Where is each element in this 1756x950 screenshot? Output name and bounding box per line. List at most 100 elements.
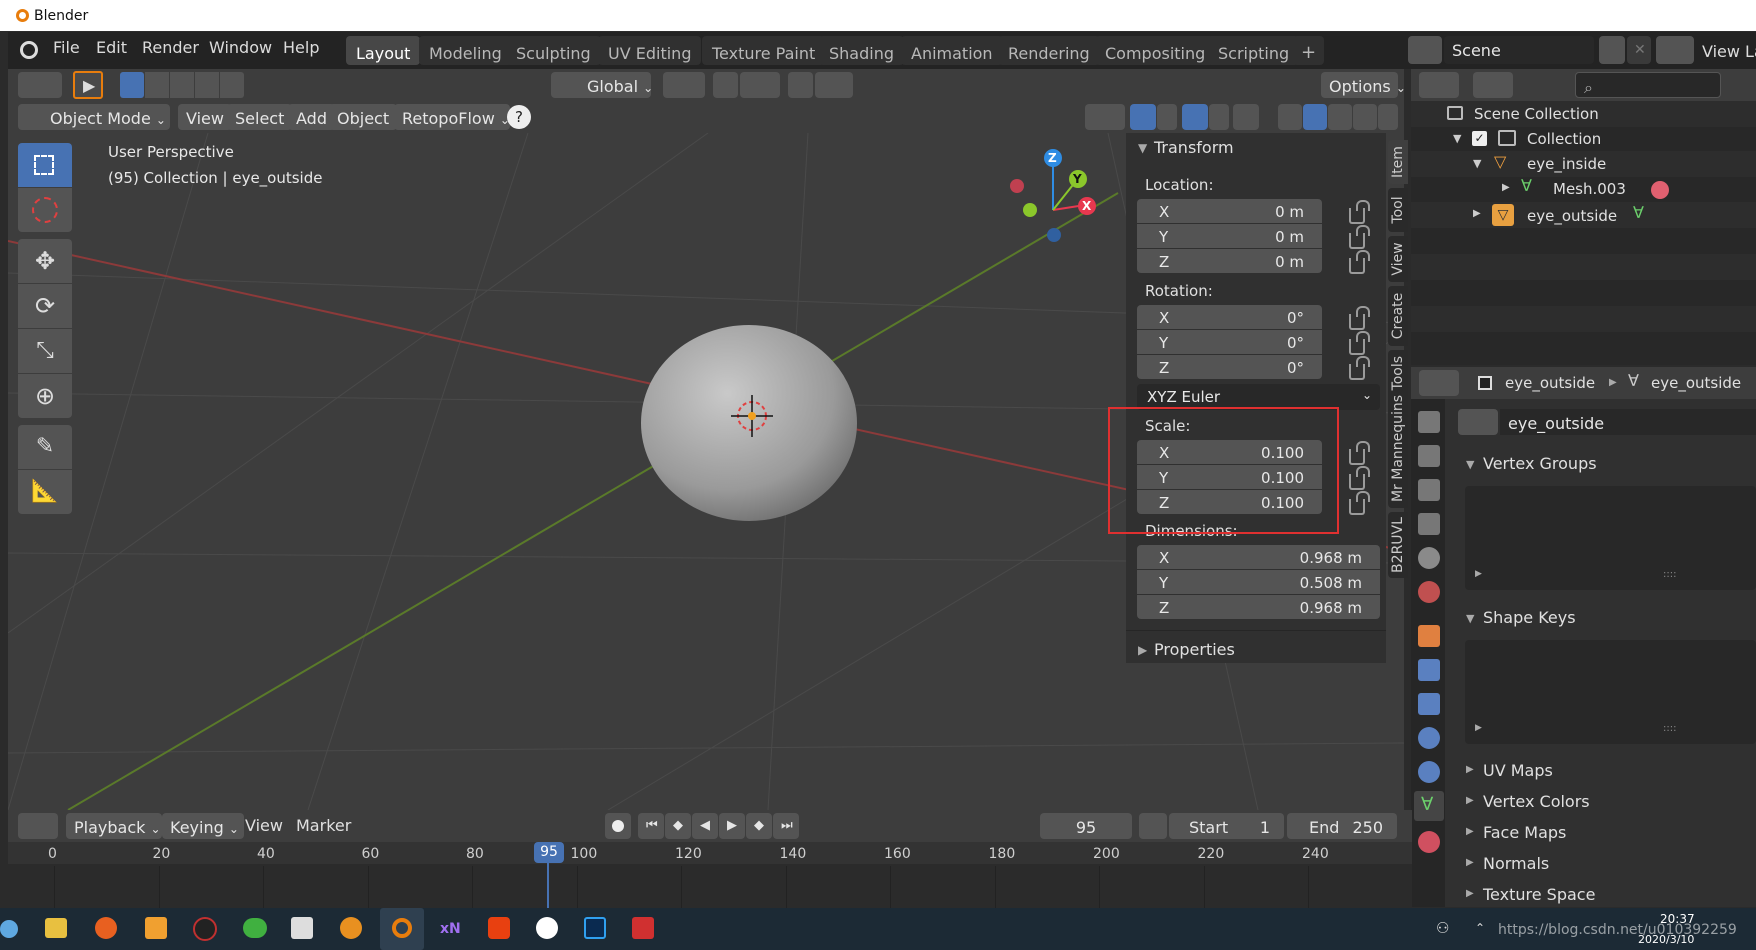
add-workspace-button[interactable]: + xyxy=(1293,36,1325,65)
object-props-icon[interactable] xyxy=(1418,625,1440,647)
tab-layout[interactable]: Layout xyxy=(346,36,421,65)
start-frame-field[interactable]: Start 1 xyxy=(1169,813,1284,839)
tab-animation[interactable]: Animation xyxy=(901,36,1003,65)
shape-keys-list[interactable]: ▶ :::: xyxy=(1465,640,1756,744)
lock-icon[interactable] xyxy=(1349,200,1370,224)
dimensions-z-field[interactable]: Z 0.968 m xyxy=(1137,595,1380,619)
blender-taskbar-icon[interactable] xyxy=(380,908,424,950)
collection-checkbox[interactable]: ✓ xyxy=(1472,131,1487,146)
play-icon[interactable]: ▶ xyxy=(719,813,745,839)
next-keyframe-icon[interactable]: ◆ xyxy=(746,813,772,839)
app-icon[interactable] xyxy=(291,917,313,939)
rotation-z-field[interactable]: Z 0° xyxy=(1137,355,1322,379)
modifier-wrench-icon[interactable] xyxy=(1418,659,1440,681)
record-icon[interactable] xyxy=(605,813,631,839)
panel-uv-maps[interactable]: UV Maps xyxy=(1483,763,1553,779)
panel-face-maps[interactable]: Face Maps xyxy=(1483,825,1566,841)
timeline-editor-type-icon[interactable] xyxy=(18,813,58,839)
menu-window[interactable]: Window xyxy=(209,40,272,56)
scene-collection-label[interactable]: Scene Collection xyxy=(1474,107,1599,122)
dimensions-y-field[interactable]: Y 0.508 m xyxy=(1137,570,1380,594)
shape-keys-collapse-icon[interactable]: ▼ xyxy=(1466,613,1474,624)
jump-end-icon[interactable]: ⏭ xyxy=(773,813,799,839)
file-explorer-icon[interactable] xyxy=(45,918,67,938)
wechat-icon[interactable] xyxy=(243,918,267,938)
outliner-search-input[interactable]: ⌕ xyxy=(1575,72,1721,98)
transform-panel-title[interactable]: Transform xyxy=(1154,140,1234,156)
tab-compositing[interactable]: Compositing xyxy=(1095,36,1216,65)
help-button[interactable]: ? xyxy=(507,105,531,129)
rotate-tool-icon[interactable]: ⟳ xyxy=(18,284,72,328)
marker-menu[interactable]: Marker xyxy=(296,818,351,834)
tab-texture-paint[interactable]: Texture Paint xyxy=(702,36,826,65)
scale-tool-icon[interactable]: ⤡ xyxy=(18,329,72,373)
panel-vertex-groups[interactable]: Vertex Groups xyxy=(1483,456,1597,472)
tab-mr-mannequins-tools[interactable]: Mr Mannequins Tools xyxy=(1388,350,1408,508)
gizmo-z-label[interactable]: Z xyxy=(1048,152,1057,164)
timeline-area[interactable]: 0 20 40 60 80 100 120 140 160 180 200 220 240 95 xyxy=(8,842,1412,908)
location-y-field[interactable]: Y 0 m xyxy=(1137,224,1322,248)
retopoflow-menu[interactable]: RetopoFlow ⌄ xyxy=(394,104,510,130)
select-mode-difference-icon[interactable] xyxy=(195,72,219,98)
lock-icon[interactable] xyxy=(1349,250,1370,274)
timeline-view-menu[interactable]: View xyxy=(245,818,283,834)
tab-uv-editing[interactable]: UV Editing xyxy=(598,36,702,65)
photoshop-icon[interactable] xyxy=(584,917,606,939)
mesh-browse-icon[interactable] xyxy=(1458,409,1498,435)
shading-solid-icon[interactable] xyxy=(1303,104,1327,130)
end-frame-field[interactable]: End 250 xyxy=(1287,813,1397,839)
material-icon[interactable] xyxy=(1418,831,1440,853)
panel-vertex-colors[interactable]: Vertex Colors xyxy=(1483,794,1590,810)
app-icon[interactable] xyxy=(145,917,167,939)
viewlayer-name[interactable]: View La xyxy=(1702,44,1756,60)
constraints-icon[interactable] xyxy=(1418,761,1440,783)
visibility-icon[interactable] xyxy=(1085,104,1125,130)
expand-icon[interactable]: ▶ xyxy=(1466,889,1474,899)
xnormal-icon[interactable]: xN xyxy=(440,922,461,936)
gizmo-menu-icon[interactable] xyxy=(1157,104,1177,130)
steam-icon[interactable] xyxy=(0,920,18,938)
expand-icon[interactable]: ▶ xyxy=(1466,765,1474,775)
render-icon[interactable] xyxy=(1418,445,1440,467)
scene-icon[interactable] xyxy=(1408,36,1442,64)
expand-eye-inside-icon[interactable]: ▼ xyxy=(1473,158,1481,169)
menu-select[interactable]: Select xyxy=(227,104,293,130)
jump-start-icon[interactable]: ⏮ xyxy=(638,813,664,839)
expand-icon[interactable]: ▶ xyxy=(1466,827,1474,837)
lock-icon[interactable] xyxy=(1349,225,1370,249)
modifier-icon[interactable] xyxy=(1651,181,1669,199)
particles-icon[interactable] xyxy=(1418,693,1440,715)
playback-menu[interactable]: Playback ⌄ xyxy=(66,813,162,839)
lock-icon[interactable] xyxy=(1349,331,1370,355)
expand-eye-outside-icon[interactable]: ▶ xyxy=(1473,209,1481,219)
tab-shading[interactable]: Shading xyxy=(819,36,904,65)
menu-edit[interactable]: Edit xyxy=(96,40,127,56)
app-icon[interactable] xyxy=(488,917,510,939)
tab-b2ruvl[interactable]: B2RUVL xyxy=(1388,512,1408,578)
tool-settings-icon[interactable] xyxy=(1418,411,1440,433)
location-z-field[interactable]: Z 0 m xyxy=(1137,249,1322,273)
lock-icon[interactable] xyxy=(1349,441,1370,465)
people-icon[interactable]: ⚇ xyxy=(1436,921,1449,936)
lock-icon[interactable] xyxy=(1349,466,1370,490)
transform-tool-icon[interactable]: ⊕ xyxy=(18,374,72,418)
menu-help[interactable]: Help xyxy=(283,40,319,56)
expand-mesh-icon[interactable]: ▶ xyxy=(1502,183,1510,193)
app-icon[interactable] xyxy=(536,917,558,939)
snap-toggle-icon[interactable] xyxy=(713,72,738,98)
measure-tool-icon[interactable]: 📐 xyxy=(18,470,72,514)
menu-add[interactable]: Add xyxy=(288,104,335,130)
mesh-name-field[interactable]: eye_outside xyxy=(1500,409,1756,435)
tab-tool[interactable]: Tool xyxy=(1388,188,1408,232)
scene-selector[interactable]: Scene xyxy=(1444,36,1594,64)
tab-rendering[interactable]: Rendering xyxy=(998,36,1100,65)
editor-type-icon[interactable] xyxy=(18,72,62,98)
overlay-menu-icon[interactable] xyxy=(1209,104,1229,130)
select-mode-subtract-icon[interactable] xyxy=(170,72,194,98)
outliner-item-mesh[interactable]: Mesh.003 xyxy=(1553,182,1626,197)
tab-view[interactable]: View xyxy=(1388,236,1408,282)
playhead-frame-label[interactable]: 95 xyxy=(534,842,564,863)
lock-icon[interactable] xyxy=(1349,491,1370,515)
app-icon[interactable] xyxy=(193,917,217,941)
select-box-tool-icon[interactable] xyxy=(18,143,72,187)
